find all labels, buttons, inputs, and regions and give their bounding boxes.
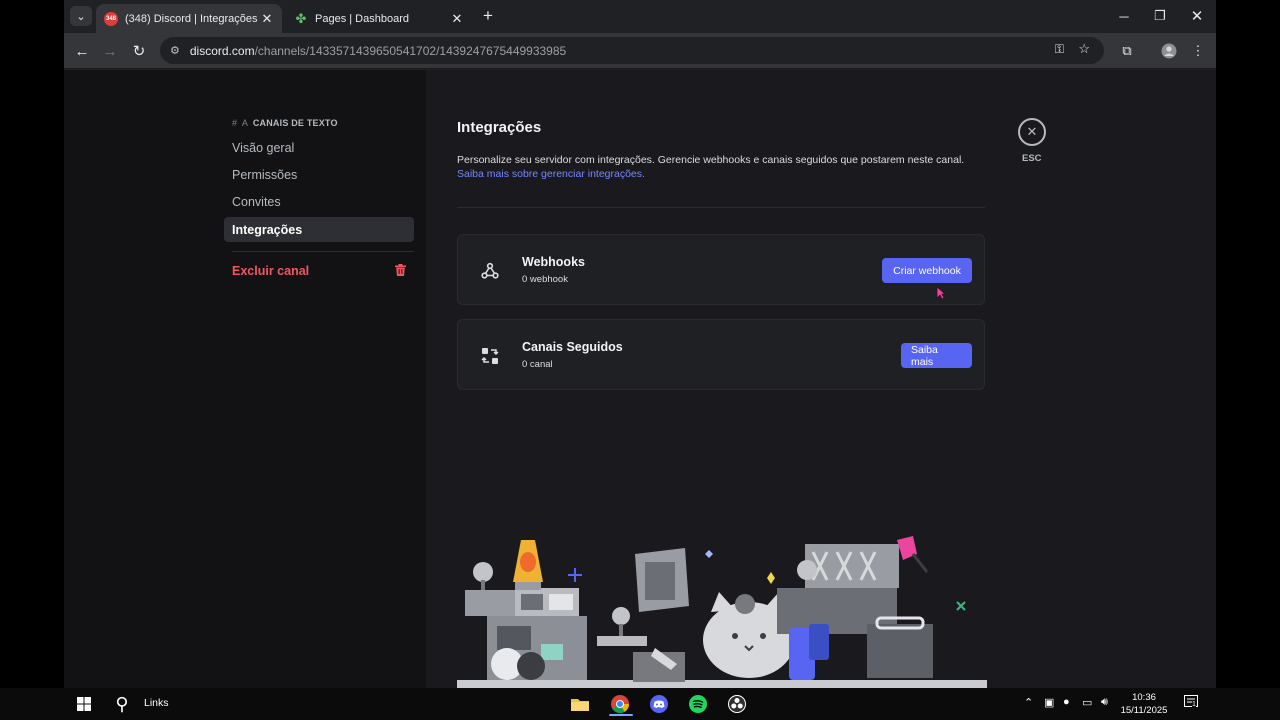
card-title: Canais Seguidos (522, 340, 623, 354)
trash-icon (395, 264, 406, 276)
browser-menu-icon[interactable]: ⋮ (1186, 39, 1210, 63)
hash-icon: # (232, 118, 238, 128)
windows-start-icon[interactable] (72, 692, 96, 716)
spotify-taskbar-icon[interactable] (684, 692, 712, 716)
forward-arrow-icon[interactable]: → (98, 39, 122, 63)
discord-favicon-icon: 348 (104, 11, 118, 26)
section-divider (457, 207, 985, 208)
tray-app-icon[interactable]: ▣ (1044, 696, 1054, 709)
tab-pages-dashboard[interactable]: ✤ Pages | Dashboard ✕ (286, 4, 472, 33)
card-subtitle: 0 canal (522, 359, 553, 370)
password-key-icon[interactable]: ⚿ (1055, 42, 1064, 57)
taskbar-search-icon[interactable]: ⚲ (110, 692, 134, 716)
restore-icon[interactable]: ❐ (1142, 6, 1178, 26)
category-letter: A (241, 118, 249, 128)
page-description: Personalize seu servidor com integrações… (457, 153, 997, 181)
url-text: discord.com/channels/1433571439650541702… (190, 44, 566, 58)
microphone-icon[interactable]: ● (1063, 696, 1070, 708)
webhooks-card: Webhooks 0 webhook Criar webhook (457, 234, 985, 305)
obs-taskbar-icon[interactable] (723, 692, 751, 716)
browser-window: ⌄ 348 (348) Discord | Integrações | Se ✕… (64, 0, 1216, 688)
tab-strip: ⌄ 348 (348) Discord | Integrações | Se ✕… (64, 0, 1216, 33)
create-webhook-button[interactable]: Criar webhook (882, 258, 972, 283)
network-icon[interactable]: ▭ (1082, 696, 1092, 709)
reload-icon[interactable]: ↻ (127, 39, 151, 63)
followed-channels-icon (481, 348, 499, 364)
sidebar-item-invites[interactable]: Convites (224, 189, 414, 214)
active-app-indicator (609, 714, 633, 716)
file-explorer-icon[interactable] (566, 692, 594, 716)
card-title: Webhooks (522, 255, 585, 269)
clock-date: 15/11/2025 (1120, 705, 1168, 716)
tab-discord[interactable]: 348 (348) Discord | Integrações | Se ✕ (96, 4, 282, 33)
tab-title: Pages | Dashboard (315, 12, 409, 25)
mouse-cursor-icon (936, 286, 946, 300)
esc-label: ESC (1022, 153, 1042, 164)
sidebar-item-integrations[interactable]: Integrações (224, 217, 414, 242)
browser-toolbar: ← → ↻ ⚙ discord.com/channels/14335714396… (64, 33, 1216, 69)
close-settings-icon[interactable]: ✕ (1018, 118, 1046, 146)
tab-close-icon[interactable]: ✕ (260, 11, 274, 27)
profile-avatar-icon[interactable] (1157, 39, 1181, 63)
sidebar-item-overview[interactable]: Visão geral (224, 135, 414, 160)
clock-time: 10:36 (1132, 692, 1156, 703)
site-info-icon[interactable]: ⚙ (170, 44, 180, 57)
address-bar[interactable]: ⚙ discord.com/channels/14335714396505417… (160, 37, 1104, 64)
channel-category-header: # A CANAIS DE TEXTO (232, 118, 338, 128)
tray-overflow-chevron-icon[interactable]: ⌃ (1024, 696, 1033, 709)
url-path: /channels/1433571439650541702/1439247675… (254, 43, 567, 58)
learn-more-link[interactable]: Saiba mais sobre gerenciar integrações. (457, 167, 997, 181)
webhook-icon (481, 262, 499, 279)
window-close-icon[interactable]: ✕ (1179, 6, 1215, 26)
back-arrow-icon[interactable]: ← (70, 39, 94, 63)
taskbar: ⚲ Links ⌃ ▣ ● ▭ 🔊︎ 10:36 15/11/2025 1 (0, 688, 1280, 720)
taskbar-search-label[interactable]: Links (144, 697, 169, 709)
description-text: Personalize seu servidor com integrações… (457, 154, 965, 166)
sidebar-divider (232, 251, 414, 252)
screen: ⌄ 348 (348) Discord | Integrações | Se ✕… (0, 0, 1280, 720)
sidebar-item-label: Integrações (232, 222, 303, 237)
delete-channel-button[interactable]: Excluir canal (224, 258, 414, 283)
extensions-puzzle-icon[interactable]: ⧉ (1115, 39, 1139, 63)
learn-more-button[interactable]: Saiba mais (901, 343, 972, 368)
url-domain: discord.com (189, 43, 255, 58)
card-subtitle: 0 webhook (522, 274, 568, 285)
sidebar-item-permissions[interactable]: Permissões (224, 162, 414, 187)
tab-title: (348) Discord | Integrações | Se (125, 12, 260, 25)
sidebar-item-label: Permissões (232, 167, 298, 182)
tab-close-icon[interactable]: ✕ (450, 11, 464, 27)
delete-channel-label: Excluir canal (232, 263, 310, 278)
notifications-icon[interactable]: 1 (1184, 695, 1198, 712)
volume-icon[interactable]: 🔊︎ (1101, 696, 1108, 709)
new-tab-plus-icon[interactable]: + (478, 6, 498, 26)
taskbar-clock[interactable]: 10:36 15/11/2025 (1118, 691, 1170, 717)
notification-count: 1 (1192, 701, 1196, 708)
settings-sidebar: # A CANAIS DE TEXTO Visão geral Permissõ… (64, 70, 426, 688)
chrome-taskbar-icon[interactable] (605, 692, 635, 716)
bookmark-star-icon[interactable]: ☆ (1078, 41, 1090, 57)
minimize-icon[interactable]: ─ (1106, 6, 1142, 26)
category-name: CANAIS DE TEXTO (252, 118, 338, 128)
empty-state-illustration (457, 536, 987, 688)
followed-channels-card: Canais Seguidos 0 canal Saiba mais (457, 319, 985, 390)
tab-search-chevron-icon[interactable]: ⌄ (70, 6, 92, 26)
sidebar-item-label: Convites (232, 194, 281, 209)
discord-app: # A CANAIS DE TEXTO Visão geral Permissõ… (64, 70, 1216, 688)
sidebar-item-label: Visão geral (232, 140, 295, 155)
page-title: Integrações (457, 119, 542, 136)
discord-taskbar-icon[interactable] (645, 692, 673, 716)
clover-favicon-icon: ✤ (295, 10, 307, 26)
settings-main: Integrações Personalize seu servidor com… (426, 70, 1216, 688)
